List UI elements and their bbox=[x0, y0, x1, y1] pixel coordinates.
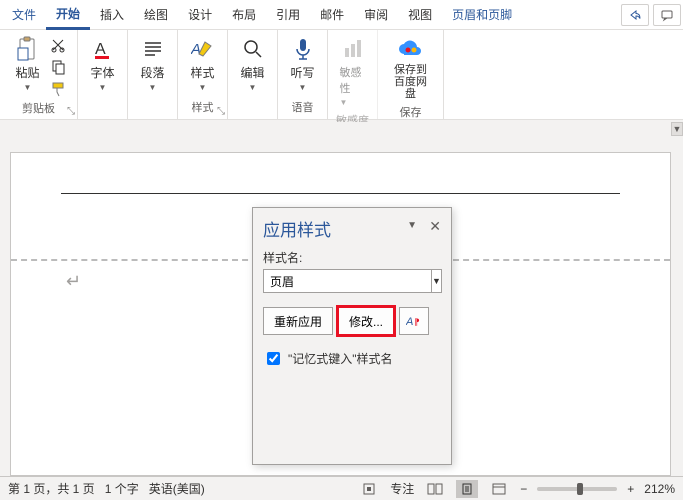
reapply-button[interactable]: 重新应用 bbox=[263, 307, 333, 335]
svg-text:A: A bbox=[406, 316, 413, 328]
comments-button[interactable] bbox=[653, 4, 681, 26]
styles-icon: A bbox=[190, 36, 216, 62]
group-label-styles: 样式 bbox=[192, 97, 214, 117]
tab-review[interactable]: 审阅 bbox=[354, 1, 398, 28]
chevron-down-icon: ▼ bbox=[99, 83, 107, 92]
font-button[interactable]: A 字体 ▼ bbox=[86, 34, 120, 94]
paragraph-button[interactable]: 段落 ▼ bbox=[136, 34, 170, 94]
focus-label[interactable]: 专注 bbox=[390, 480, 414, 497]
font-icon: A bbox=[90, 36, 116, 62]
chevron-down-icon: ▼ bbox=[199, 83, 207, 92]
pane-options-icon[interactable]: ▼ bbox=[407, 220, 417, 231]
modify-button[interactable]: 修改... bbox=[338, 307, 394, 335]
sensitivity-icon bbox=[340, 36, 366, 62]
scroll-down-button[interactable]: ▼ bbox=[671, 122, 683, 136]
dropdown-button[interactable]: ▼ bbox=[432, 269, 442, 293]
autocomplete-check-input[interactable] bbox=[267, 352, 280, 365]
tab-file[interactable]: 文件 bbox=[2, 1, 46, 28]
styles-pane-button[interactable]: A⁋ bbox=[399, 307, 429, 335]
share-button[interactable] bbox=[621, 4, 649, 26]
chevron-down-icon: ▼ bbox=[299, 83, 307, 92]
cut-icon[interactable] bbox=[49, 36, 67, 54]
paragraph-mark-icon: ↵ bbox=[66, 271, 81, 292]
baidu-cloud-icon bbox=[398, 36, 424, 62]
svg-text:A: A bbox=[191, 41, 201, 58]
page-indicator[interactable]: 第 1 页，共 1 页 bbox=[8, 480, 95, 497]
styles-button[interactable]: A 样式 ▼ bbox=[186, 34, 220, 94]
tab-mailings[interactable]: 邮件 bbox=[310, 1, 354, 28]
tab-layout[interactable]: 布局 bbox=[222, 1, 266, 28]
zoom-slider[interactable] bbox=[537, 487, 617, 491]
format-painter-icon[interactable] bbox=[49, 80, 67, 98]
focus-mode-button[interactable] bbox=[358, 480, 380, 498]
dialog-launcher-icon[interactable]: ⤡ bbox=[217, 106, 225, 117]
close-icon[interactable]: ✕ bbox=[429, 218, 441, 235]
group-label-clipboard: 剪贴板 bbox=[22, 98, 55, 118]
style-name-input[interactable] bbox=[263, 269, 432, 293]
search-icon bbox=[240, 36, 266, 62]
word-count[interactable]: 1 个字 bbox=[105, 480, 139, 497]
zoom-level[interactable]: 212% bbox=[644, 482, 675, 496]
svg-text:⁋: ⁋ bbox=[414, 317, 420, 327]
tab-insert[interactable]: 插入 bbox=[90, 1, 134, 28]
language-indicator[interactable]: 英语(美国) bbox=[149, 480, 205, 497]
clipboard-icon bbox=[15, 36, 41, 62]
tab-design[interactable]: 设计 bbox=[178, 1, 222, 28]
read-mode-button[interactable] bbox=[424, 480, 446, 498]
web-layout-button[interactable] bbox=[488, 480, 510, 498]
zoom-out-button[interactable]: − bbox=[520, 482, 527, 496]
style-name-label: 样式名: bbox=[263, 249, 441, 266]
edit-button[interactable]: 编辑 ▼ bbox=[236, 34, 270, 94]
tab-header-footer[interactable]: 页眉和页脚 bbox=[442, 1, 522, 28]
chevron-down-icon: ▼ bbox=[149, 83, 157, 92]
chevron-down-icon: ▼ bbox=[24, 83, 32, 92]
paragraph-icon bbox=[140, 36, 166, 62]
header-rule bbox=[61, 193, 620, 194]
paste-button[interactable]: 粘贴 ▼ bbox=[11, 34, 45, 94]
microphone-icon bbox=[290, 36, 316, 62]
copy-icon[interactable] bbox=[49, 58, 67, 76]
print-layout-button[interactable] bbox=[456, 480, 478, 498]
tab-home[interactable]: 开始 bbox=[46, 0, 90, 30]
tab-draw[interactable]: 绘图 bbox=[134, 1, 178, 28]
tab-view[interactable]: 视图 bbox=[398, 1, 442, 28]
apply-styles-pane: ▼ ✕ 应用样式 样式名: ▼ 重新应用 修改... A⁋ "记忆式键入"样式名 bbox=[252, 207, 452, 465]
group-label-voice: 语音 bbox=[292, 97, 314, 117]
tab-references[interactable]: 引用 bbox=[266, 1, 310, 28]
zoom-in-button[interactable]: + bbox=[627, 482, 634, 496]
dialog-launcher-icon[interactable]: ⤡ bbox=[67, 106, 75, 117]
sensitivity-button: 敏感性▼ bbox=[336, 34, 370, 110]
group-label-save: 保存 bbox=[400, 102, 422, 122]
chevron-down-icon: ▼ bbox=[249, 83, 257, 92]
autocomplete-checkbox[interactable]: "记忆式键入"样式名 bbox=[263, 349, 441, 368]
dictate-button[interactable]: 听写 ▼ bbox=[286, 34, 320, 94]
svg-text:A: A bbox=[95, 41, 106, 58]
save-baidu-button[interactable]: 保存到百度网盘 bbox=[386, 34, 435, 102]
